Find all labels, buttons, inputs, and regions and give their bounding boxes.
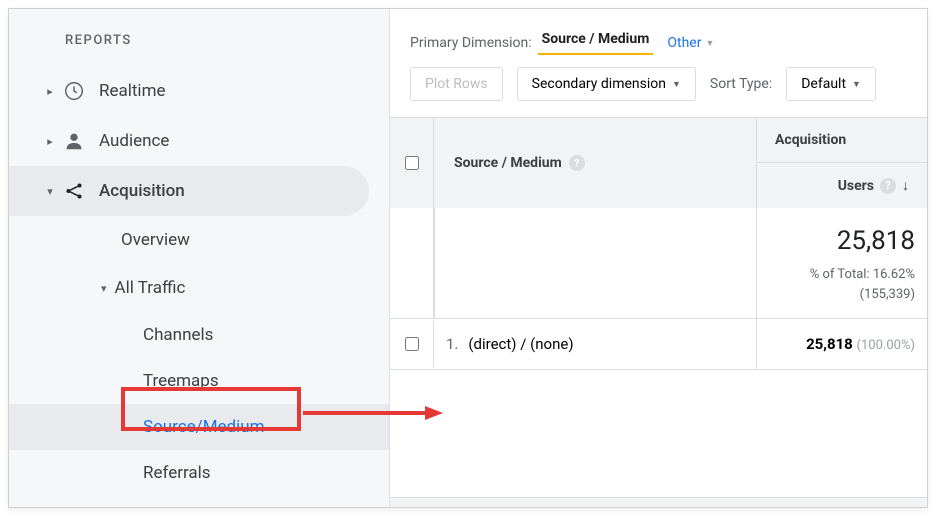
- chevron-down-icon: ▼: [852, 79, 861, 90]
- person-icon: [57, 130, 91, 152]
- select-all-checkbox[interactable]: [405, 156, 419, 170]
- pct-of-total-value: 16.62%: [873, 267, 915, 282]
- submenu-item-overview[interactable]: Overview: [121, 216, 389, 264]
- chevron-down-icon: ▾: [43, 185, 57, 198]
- primary-dimension-other[interactable]: Other ▼: [667, 35, 714, 51]
- main-panel: Primary Dimension: Source / Medium Other…: [389, 9, 927, 507]
- subsubmenu-item-treemaps[interactable]: Treemaps: [143, 358, 389, 404]
- sidebar-item-label: Audience: [99, 131, 169, 151]
- sort-type-label: Sort Type:: [710, 76, 772, 92]
- column-header-label: Source / Medium: [454, 155, 562, 171]
- sidebar-item-label: Realtime: [99, 81, 166, 101]
- grand-total: (155,339): [860, 287, 915, 302]
- column-header-users[interactable]: Users ? ↓: [757, 163, 927, 208]
- share-icon: [57, 180, 91, 202]
- subsubmenu-item-referrals[interactable]: Referrals: [143, 450, 389, 496]
- all-traffic-submenu: Channels Treemaps Source/Medium Referral…: [121, 312, 389, 496]
- sidebar-item-realtime[interactable]: ▸ Realtime: [9, 66, 389, 116]
- subsubmenu-item-channels[interactable]: Channels: [143, 312, 389, 358]
- sidebar-item-label: Acquisition: [99, 181, 185, 201]
- totals-users-cell: 25,818 % of Total: 16.62% (155,339): [757, 208, 927, 318]
- data-table: Source / Medium ? Acquisition Users ? ↓ …: [390, 117, 927, 507]
- table-header-row: Source / Medium ? Acquisition Users ? ↓: [390, 118, 927, 208]
- total-users-value: 25,818: [769, 222, 915, 261]
- table-row: 1. (direct) / (none) 25,818 (100.00%): [390, 319, 927, 370]
- sort-type-value: Default: [801, 76, 846, 92]
- totals-empty-cell: [434, 208, 757, 318]
- row-checkbox-cell: [390, 321, 434, 367]
- subsubmenu-item-source-medium[interactable]: Source/Medium: [8, 404, 389, 450]
- select-all-checkbox-cell: [390, 118, 434, 208]
- reports-section-label: REPORTS: [9, 33, 389, 48]
- controls-bar: Plot Rows Secondary dimension ▼ Sort Typ…: [390, 67, 927, 117]
- other-label: Other: [667, 35, 701, 51]
- column-header-users-label: Users: [838, 178, 874, 194]
- clock-icon: [57, 80, 91, 102]
- help-icon[interactable]: ?: [880, 178, 896, 194]
- row-checkbox[interactable]: [405, 337, 419, 351]
- row-source-medium: (direct) / (none): [468, 335, 573, 353]
- primary-dimension-bar: Primary Dimension: Source / Medium Other…: [390, 9, 927, 67]
- submenu-item-all-traffic[interactable]: All Traffic: [121, 264, 389, 312]
- help-icon[interactable]: ?: [569, 155, 585, 171]
- totals-empty-cell: [390, 208, 434, 318]
- primary-dimension-label: Primary Dimension:: [410, 35, 532, 51]
- column-header-source-medium[interactable]: Source / Medium ?: [434, 118, 757, 208]
- chevron-right-icon: ▸: [43, 85, 57, 98]
- plot-rows-button[interactable]: Plot Rows: [410, 67, 503, 101]
- table-totals-row: 25,818 % of Total: 16.62% (155,339): [390, 208, 927, 319]
- sort-desc-icon: ↓: [902, 177, 909, 194]
- sort-type-dropdown[interactable]: Default ▼: [786, 67, 876, 101]
- column-group-acquisition-label: Acquisition: [757, 118, 927, 163]
- acquisition-submenu: Overview All Traffic Channels Treemaps S…: [9, 216, 389, 496]
- row-rank: 1.: [446, 335, 458, 353]
- row-users-pct: (100.00%): [857, 338, 915, 353]
- secondary-dimension-dropdown[interactable]: Secondary dimension ▼: [517, 67, 696, 101]
- row-source-medium-cell[interactable]: 1. (direct) / (none): [434, 319, 757, 369]
- chevron-down-icon: ▼: [672, 79, 681, 90]
- chevron-down-icon: ▼: [705, 38, 714, 49]
- row-users-value: 25,818: [806, 335, 853, 353]
- sidebar-item-acquisition[interactable]: ▾ Acquisition: [9, 166, 369, 216]
- row-users-cell: 25,818 (100.00%): [757, 319, 927, 369]
- sidebar-item-audience[interactable]: ▸ Audience: [9, 116, 389, 166]
- chevron-right-icon: ▸: [43, 135, 57, 148]
- primary-dimension-source-medium[interactable]: Source / Medium: [538, 31, 654, 55]
- horizontal-scrollbar-track[interactable]: [390, 497, 927, 507]
- column-group-acquisition: Acquisition Users ? ↓: [757, 118, 927, 208]
- secondary-dimension-label: Secondary dimension: [532, 76, 666, 92]
- sidebar: REPORTS ▸ Realtime ▸ Audience ▾ Acquisit…: [9, 9, 389, 507]
- pct-of-total-label: % of Total:: [810, 267, 870, 282]
